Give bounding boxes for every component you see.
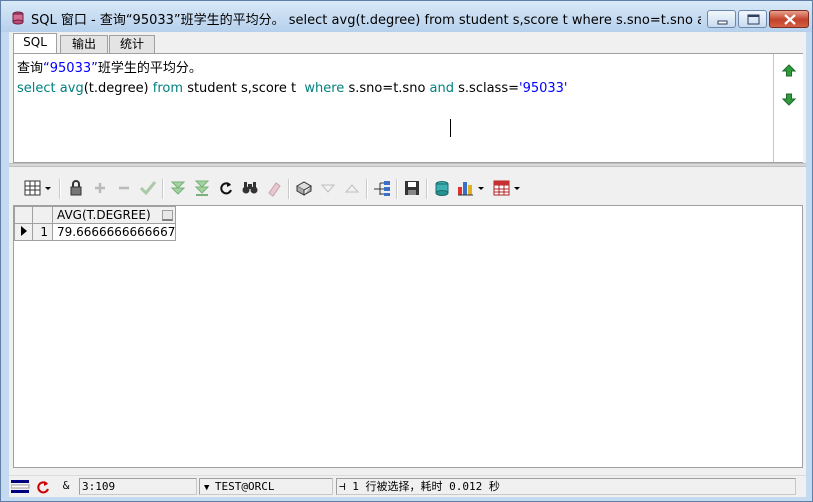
status-mode: & (62, 479, 70, 492)
lock-icon[interactable] (66, 178, 86, 198)
result-toolbar (17, 175, 577, 201)
refresh-icon[interactable] (216, 178, 236, 198)
results-table: AVG(T.DEGREE) 1 79.6666666666667 (14, 206, 177, 241)
tab-sql[interactable]: SQL (13, 33, 57, 53)
class-condition: s.sclass= (458, 81, 519, 96)
toolbar-separator (426, 179, 428, 199)
save-icon[interactable] (402, 178, 422, 198)
sql-window: SQL 窗口 - 查询“95033”班学生的平均分。 select avg(t.… (0, 0, 813, 502)
toolbar-separator (288, 179, 290, 199)
pin-icon: ⊣ (339, 480, 353, 493)
query-by-example-icon[interactable] (294, 178, 314, 198)
dropdown-arrow-icon: ▼ (204, 483, 215, 493)
current-row-indicator-icon (14, 223, 33, 241)
cell-value[interactable]: 79.6666666666667 (51, 223, 177, 241)
keyword-and: and (429, 81, 455, 96)
grid-corner[interactable] (14, 206, 33, 224)
text-caret (450, 119, 451, 137)
row-number-header (32, 206, 53, 224)
refresh-status-icon[interactable] (34, 478, 52, 495)
column-menu-button[interactable] (162, 210, 174, 221)
editor-line-2: select avg(t.degree) from student s,scor… (17, 79, 767, 99)
delete-record-icon[interactable] (114, 178, 134, 198)
row-number: 1 (32, 223, 53, 241)
grid-layout-icon[interactable] (23, 178, 53, 198)
export-icon[interactable] (432, 178, 452, 198)
toolbar-separator (366, 179, 368, 199)
comment-text: 班学生的平均分。 (97, 61, 202, 76)
close-button[interactable] (769, 10, 809, 28)
arrow-down-icon[interactable] (781, 92, 797, 106)
maximize-button[interactable] (738, 10, 767, 28)
tree-view-icon[interactable] (372, 178, 392, 198)
results-grid[interactable]: AVG(T.DEGREE) 1 79.6666666666667 (13, 205, 803, 468)
add-record-icon[interactable] (90, 178, 110, 198)
table-row[interactable]: 1 79.6666666666667 (14, 223, 177, 241)
window-client: SQL 输出 统计 查询“95033”班学生的平均分。 select avg(t… (9, 32, 806, 497)
sql-editor[interactable]: 查询“95033”班学生的平均分。 select avg(t.degree) f… (13, 53, 803, 163)
editor-mode-icon (10, 478, 33, 495)
table-list: student s,score t (187, 81, 297, 96)
previous-page-icon[interactable] (342, 178, 362, 198)
find-icon[interactable] (240, 178, 260, 198)
keyword-select: select (17, 81, 56, 96)
toolbar-separator (162, 179, 164, 199)
toolbar-separator (396, 179, 398, 199)
join-condition: s.sno=t.sno (348, 81, 426, 96)
status-bar: & 3:109 ▼ TEST@ORCL ⊣ 1 行被选择，耗时 0.012 秒 (9, 475, 806, 497)
next-page-icon[interactable] (318, 178, 338, 198)
sql-editor-text[interactable]: 查询“95033”班学生的平均分。 select avg(t.degree) f… (17, 59, 767, 99)
string-literal: '95033' (519, 81, 568, 96)
post-changes-icon[interactable] (138, 178, 158, 198)
function-avg: avg (59, 81, 84, 96)
comment-string: “95033” (43, 61, 98, 76)
editor-line-1: 查询“95033”班学生的平均分。 (17, 59, 767, 79)
print-grid-icon[interactable] (492, 178, 522, 198)
status-message: ⊣ 1 行被选择，耗时 0.012 秒 (336, 478, 796, 495)
avg-args: (t.degree) (83, 81, 149, 96)
connection-selector[interactable]: ▼ TEST@ORCL (199, 478, 333, 495)
column-header[interactable]: AVG(T.DEGREE) (51, 206, 177, 224)
toolbar-separator (59, 179, 61, 199)
sql-window-icon (10, 10, 26, 26)
fetch-last-icon[interactable] (192, 178, 212, 198)
cursor-position: 3:109 (79, 478, 197, 495)
keyword-where: where (304, 81, 345, 96)
comment-text: 查询 (17, 61, 44, 76)
arrow-up-icon[interactable] (781, 64, 797, 78)
title-bar[interactable]: SQL 窗口 - 查询“95033”班学生的平均分。 select avg(t.… (1, 1, 812, 32)
header-row: AVG(T.DEGREE) (14, 206, 177, 224)
fetch-next-icon[interactable] (168, 178, 188, 198)
tab-statistics[interactable]: 统计 (109, 35, 155, 53)
chart-icon[interactable] (456, 178, 486, 198)
status-message-text: 1 行被选择，耗时 0.012 秒 (352, 480, 500, 493)
column-header-label: AVG(T.DEGREE) (57, 208, 151, 222)
connection-name: TEST@ORCL (214, 480, 275, 493)
editor-side-panel (773, 54, 803, 162)
window-title: SQL 窗口 - 查询“95033”班学生的平均分。 select avg(t.… (31, 13, 701, 28)
keyword-from: from (152, 81, 184, 96)
clear-icon[interactable] (264, 178, 284, 198)
minimize-button[interactable] (707, 10, 736, 28)
tab-output[interactable]: 输出 (60, 35, 108, 53)
pane-splitter[interactable] (9, 163, 806, 167)
